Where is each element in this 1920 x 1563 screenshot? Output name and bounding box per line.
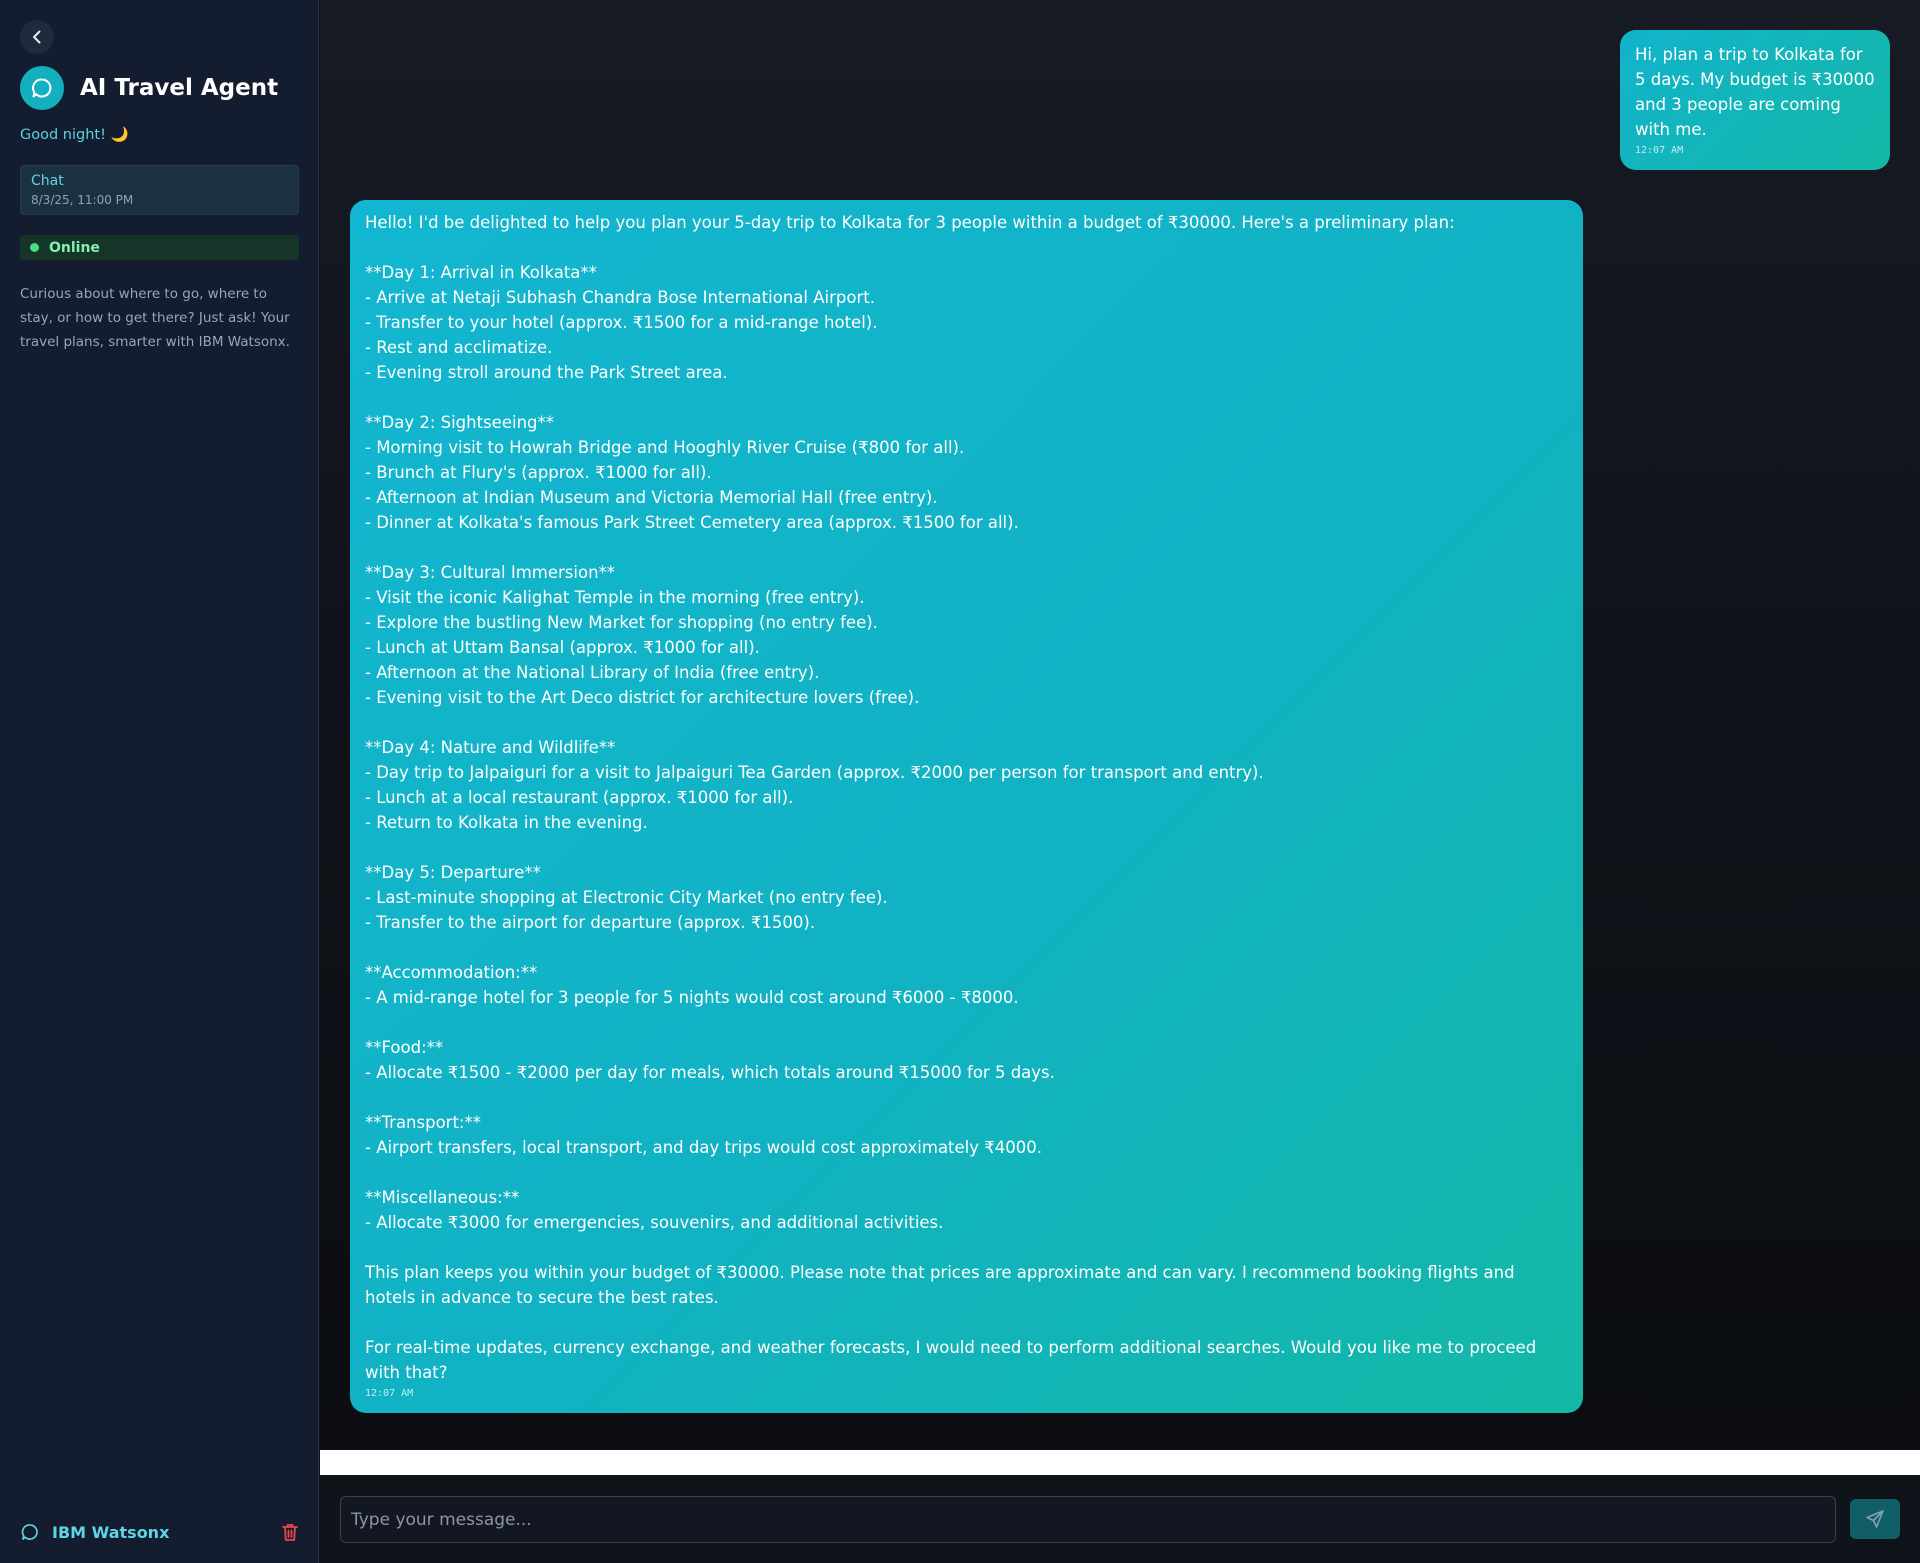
chat-history-item-date: 8/3/25, 11:00 PM (31, 193, 134, 207)
message-input[interactable] (340, 1496, 1836, 1543)
chat-bubble-icon (21, 1524, 38, 1540)
chat-history-item[interactable]: Chat 8/3/25, 11:00 PM (20, 165, 299, 215)
sidebar-description: Curious about where to go, where to stay… (20, 286, 290, 350)
message-list: Hi, plan a trip to Kolkata for 5 days. M… (320, 0, 1920, 1450)
app-window: AI Travel Agent Good night! 🌙 Chat 8/3/2… (0, 0, 1920, 1563)
chat-history-item-title: Chat (31, 173, 64, 189)
brand-logo (20, 66, 64, 110)
divider-strip (320, 1450, 1920, 1475)
assistant-message-text: Hello! I'd be delighted to help you plan… (365, 213, 1537, 1382)
brand: AI Travel Agent (20, 66, 278, 110)
greeting-text: Good night! 🌙 (20, 127, 129, 143)
chat-main: Hi, plan a trip to Kolkata for 5 days. M… (320, 0, 1920, 1563)
footer-brand-label: IBM Watsonx (52, 1522, 170, 1542)
chat-bubble-icon (32, 78, 52, 98)
clear-chat-button[interactable] (281, 1522, 299, 1542)
status-text: Online (49, 239, 100, 256)
user-message: Hi, plan a trip to Kolkata for 5 days. M… (1620, 30, 1890, 170)
online-status-dot (30, 243, 39, 252)
back-button[interactable] (20, 20, 54, 54)
sidebar-footer: IBM Watsonx (20, 1518, 299, 1546)
status-badge: Online (20, 235, 299, 260)
user-message-text: Hi, plan a trip to Kolkata for 5 days. M… (1635, 45, 1880, 139)
composer (320, 1475, 1920, 1563)
sidebar: AI Travel Agent Good night! 🌙 Chat 8/3/2… (0, 0, 319, 1563)
app-title: AI Travel Agent (80, 75, 279, 101)
message-timestamp: 12:07 AM (1635, 145, 1684, 156)
chevron-left-icon (33, 30, 41, 44)
trash-icon (282, 1524, 298, 1541)
assistant-message: Hello! I'd be delighted to help you plan… (350, 200, 1583, 1413)
send-button[interactable] (1850, 1499, 1900, 1539)
message-timestamp: 12:07 AM (365, 1388, 414, 1399)
send-icon (1866, 1510, 1884, 1528)
